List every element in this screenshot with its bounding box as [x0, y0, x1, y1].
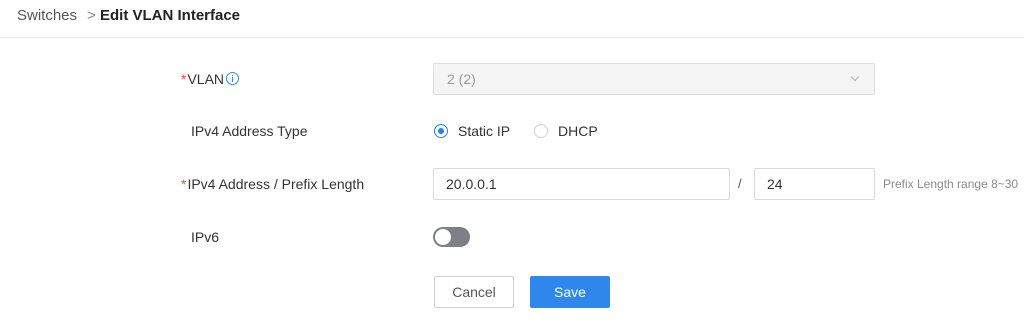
- ipv6-toggle-knob: [435, 229, 451, 245]
- ipv6-label: IPv6: [191, 229, 220, 245]
- vlan-label: *VLAN: [181, 71, 240, 87]
- save-button[interactable]: Save: [530, 276, 610, 308]
- vlan-label-text: VLAN: [187, 71, 225, 87]
- required-mark: *: [181, 176, 187, 192]
- radio-dhcp[interactable]: DHCP: [534, 123, 604, 141]
- required-mark: *: [181, 71, 187, 87]
- radio-dhcp-circle[interactable]: [534, 124, 548, 138]
- page-header: Switches > Edit VLAN Interface: [0, 0, 1024, 38]
- ipv6-toggle[interactable]: [433, 227, 470, 247]
- chevron-down-icon: [850, 72, 860, 82]
- prefix-length-hint: Prefix Length range 8~30: [883, 177, 1019, 191]
- radio-static-ip-circle[interactable]: [434, 124, 448, 138]
- vlan-select-value: 2 (2): [447, 71, 476, 87]
- info-icon[interactable]: [226, 72, 240, 85]
- prefix-length-input[interactable]: [754, 168, 875, 200]
- ipv4-type-label: IPv4 Address Type: [191, 123, 308, 139]
- breadcrumb-switches-link[interactable]: Switches: [17, 7, 77, 24]
- page-title: Edit VLAN Interface: [100, 7, 241, 24]
- prefix-separator: /: [738, 176, 742, 191]
- radio-dhcp-label[interactable]: DHCP: [558, 123, 598, 139]
- cancel-button[interactable]: Cancel: [434, 276, 514, 308]
- radio-static-ip-label[interactable]: Static IP: [458, 123, 510, 139]
- vlan-select[interactable]: 2 (2): [433, 63, 875, 95]
- ipv4-address-input[interactable]: [433, 168, 730, 200]
- breadcrumb-separator: >: [87, 7, 96, 24]
- ipv4-address-label: *IPv4 Address / Prefix Length: [181, 176, 364, 192]
- radio-static-ip[interactable]: Static IP: [434, 123, 524, 141]
- ipv4-address-label-text: IPv4 Address / Prefix Length: [187, 176, 365, 192]
